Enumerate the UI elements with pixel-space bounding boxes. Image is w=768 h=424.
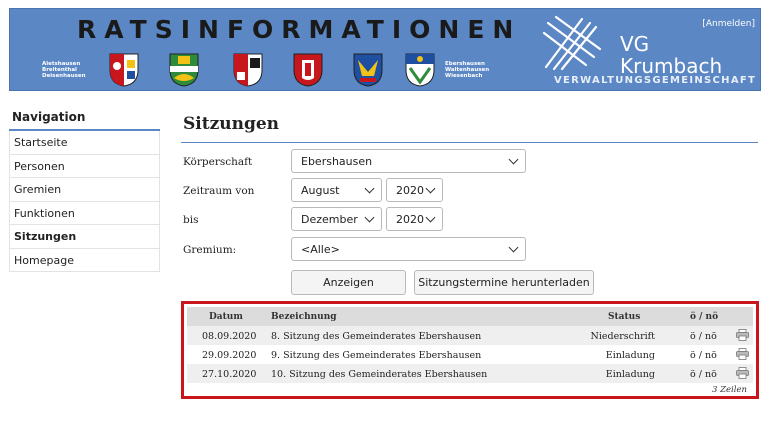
- von-month-value: August: [301, 184, 340, 197]
- crest-deisenhausen-icon: [233, 53, 263, 87]
- crest-waltenhausen-icon: [353, 53, 383, 87]
- von-month-select[interactable]: August: [291, 178, 382, 202]
- sidebar-item-funktionen[interactable]: Funktionen: [9, 201, 160, 225]
- table-row: 29.09.2020 9. Sitzung des Gemeinderates …: [187, 345, 753, 364]
- page-title: Sitzungen: [183, 114, 280, 134]
- cell-status-link[interactable]: Niederschrift: [591, 331, 655, 342]
- gremium-select[interactable]: <Alle>: [291, 237, 526, 261]
- sessions-table: Datum Bezeichnung Status ö / nö 08.09.20…: [181, 301, 759, 399]
- title-divider: [181, 142, 758, 143]
- printer-icon[interactable]: [736, 348, 749, 360]
- bis-year-select[interactable]: 2020: [386, 207, 443, 231]
- cell-datum: 29.09.2020: [202, 350, 257, 361]
- chevron-down-icon: [425, 212, 436, 223]
- cell-onoe: ö / nö: [690, 331, 717, 342]
- cell-onoe: ö / nö: [690, 369, 717, 380]
- bis-year-value: 2020: [396, 213, 424, 226]
- gremium-label: Gremium:: [183, 244, 237, 256]
- zeitraum-von-label: Zeitraum von: [183, 185, 255, 197]
- cell-datum: 08.09.2020: [202, 331, 257, 342]
- table-row: 27.10.2020 10. Sitzung des Gemeinderates…: [187, 364, 753, 383]
- header-bezeichnung[interactable]: Bezeichnung: [271, 312, 337, 322]
- koerperschaft-select[interactable]: Ebershausen: [291, 149, 526, 173]
- gremium-value: <Alle>: [301, 243, 340, 256]
- cell-bezeichnung-link[interactable]: 10. Sitzung des Gemeinderates Ebershause…: [271, 369, 487, 380]
- chevron-down-icon: [425, 183, 436, 194]
- vg-name: VG Krumbach: [620, 32, 723, 78]
- von-year-select[interactable]: 2020: [386, 178, 443, 202]
- sidebar-item-sitzungen[interactable]: Sitzungen: [9, 225, 160, 249]
- header-onoe: ö / nö: [690, 312, 719, 322]
- crest-ebershausen-icon: [293, 53, 323, 87]
- table-row: 08.09.2020 8. Sitzung des Gemeinderates …: [187, 326, 753, 345]
- anzeigen-button[interactable]: Anzeigen: [291, 270, 406, 295]
- chevron-down-icon: [508, 242, 519, 253]
- cell-bezeichnung-link[interactable]: 8. Sitzung des Gemeinderates Ebershausen: [271, 331, 481, 342]
- cell-datum: 27.10.2020: [202, 369, 257, 380]
- printer-icon[interactable]: [736, 329, 749, 341]
- cell-bezeichnung-link[interactable]: 9. Sitzung des Gemeinderates Ebershausen: [271, 350, 481, 361]
- site-title: RATSINFORMATIONEN: [77, 15, 522, 44]
- login-link[interactable]: [Anmelden]: [702, 19, 755, 29]
- row-count: 3 Zeilen: [712, 385, 747, 395]
- bis-label: bis: [183, 214, 199, 226]
- printer-icon[interactable]: [736, 367, 749, 379]
- cell-status-link[interactable]: Einladung: [606, 369, 655, 380]
- chevron-down-icon: [508, 154, 519, 165]
- header-status[interactable]: Status: [608, 312, 640, 322]
- vg-krumbach-logo-icon: [542, 15, 602, 71]
- navigation-heading: Navigation: [9, 110, 160, 131]
- crest-wiesenbach-icon: [405, 53, 435, 87]
- crest-aletshausen-icon: [109, 53, 139, 87]
- municipalities-right: Ebershausen Waltenhausen Wiesenbach: [445, 61, 490, 79]
- download-termine-button[interactable]: Sitzungstermine herunterladen: [414, 270, 594, 295]
- sidebar-item-gremien[interactable]: Gremien: [9, 178, 160, 202]
- sidebar-item-homepage[interactable]: Homepage: [9, 248, 160, 272]
- sidebar-item-personen[interactable]: Personen: [9, 154, 160, 178]
- chevron-down-icon: [364, 183, 375, 194]
- cell-status-link[interactable]: Einladung: [606, 350, 655, 361]
- bis-month-select[interactable]: Dezember: [291, 207, 382, 231]
- vg-subtitle: VERWALTUNGSGEMEINSCHAFT: [554, 75, 757, 86]
- municipalities-left: Aletshausen Breitenthal Deisenhausen: [42, 61, 86, 79]
- koerperschaft-value: Ebershausen: [301, 155, 373, 168]
- von-year-value: 2020: [396, 184, 424, 197]
- header-banner: RATSINFORMATIONEN Aletshausen Breitentha…: [9, 8, 761, 91]
- sidebar-navigation: Navigation Startseite Personen Gremien F…: [9, 110, 160, 272]
- header-datum[interactable]: Datum: [209, 312, 243, 322]
- bis-month-value: Dezember: [301, 213, 358, 226]
- koerperschaft-label: Körperschaft: [183, 156, 253, 168]
- sidebar-item-startseite[interactable]: Startseite: [9, 131, 160, 155]
- chevron-down-icon: [364, 212, 375, 223]
- crest-breitenthal-icon: [169, 53, 199, 87]
- cell-onoe: ö / nö: [690, 350, 717, 361]
- table-header: Datum Bezeichnung Status ö / nö: [187, 307, 753, 326]
